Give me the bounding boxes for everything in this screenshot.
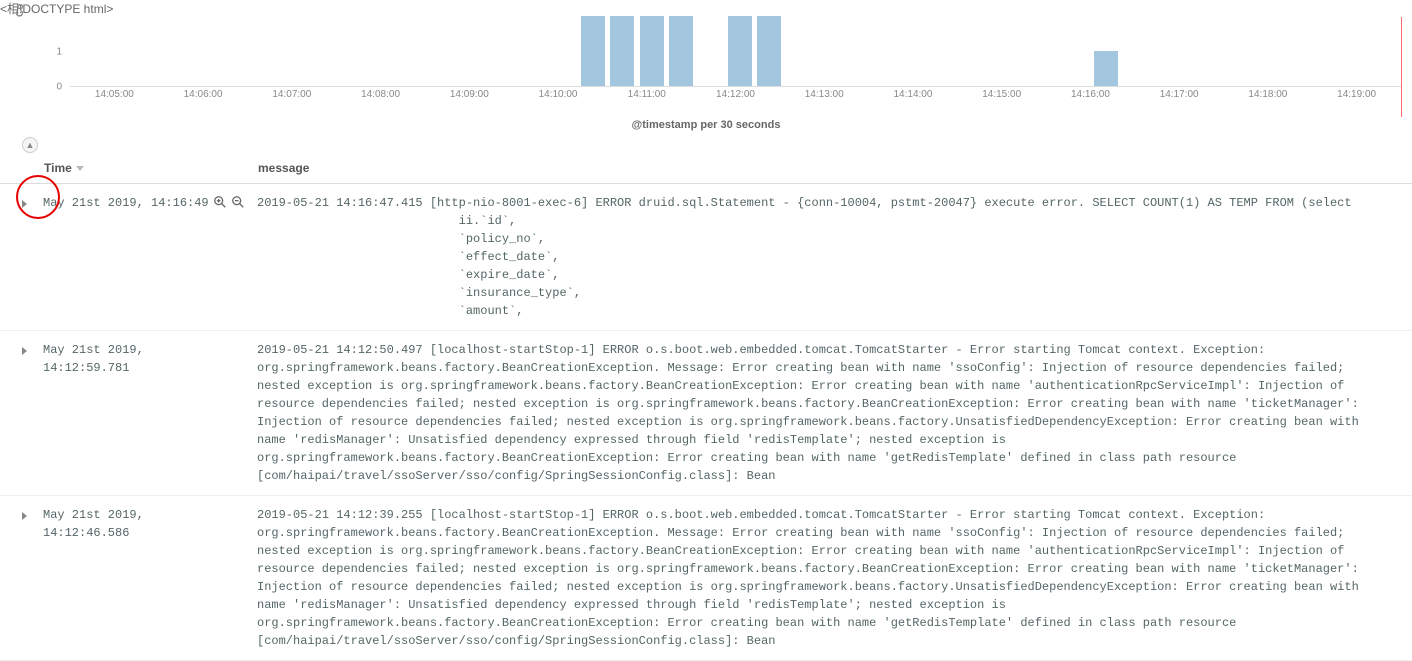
histogram-bar[interactable]: [610, 16, 634, 86]
time-cell: May 21st 2019, 14:12:46.586: [43, 506, 213, 542]
table-row: May 21st 2019, 14:16:49 2019-05-21 14:16:…: [0, 184, 1412, 331]
histogram-chart[interactable]: Co 1 0 14:05:0014:06:0014:07:0014:08:001…: [40, 17, 1402, 117]
chevron-up-icon: ▲: [26, 140, 35, 150]
y-axis: Co 1 0: [40, 17, 70, 87]
y-tick: 0: [56, 82, 62, 93]
x-tick: 14:14:00: [893, 89, 932, 100]
x-tick: 14:19:00: [1337, 89, 1376, 100]
x-tick: 14:10:00: [539, 89, 578, 100]
table-header: Time message: [0, 153, 1412, 184]
x-tick: 14:17:00: [1160, 89, 1199, 100]
column-header-time-label: Time: [44, 161, 72, 175]
row-actions: [213, 195, 257, 209]
results-table: Time message May 21st 2019, 14:16:49 2019…: [0, 153, 1412, 661]
message-cell: 2019-05-21 14:16:47.415 [http-nio-8001-e…: [257, 194, 1404, 320]
table-row: May 21st 2019, 14:12:46.586 2019-05-21 14…: [0, 496, 1412, 661]
log-viewer: Co 1 0 14:05:0014:06:0014:07:0014:08:001…: [0, 17, 1412, 661]
time-cell: May 21st 2019, 14:16:49: [43, 194, 213, 212]
x-tick: 14:11:00: [628, 89, 666, 100]
x-tick: 14:07:00: [272, 89, 311, 100]
zoom-out-icon[interactable]: [231, 195, 245, 209]
x-tick: 14:16:00: [1071, 89, 1110, 100]
message-cell: 2019-05-21 14:12:50.497 [localhost-start…: [257, 341, 1404, 485]
expand-row-icon[interactable]: [22, 512, 27, 520]
histogram-bar[interactable]: [581, 16, 605, 86]
message-cell: 2019-05-21 14:12:39.255 [localhost-start…: [257, 506, 1404, 650]
expand-row-icon[interactable]: [22, 347, 27, 355]
expand-row-icon[interactable]: [22, 200, 27, 208]
x-tick: 14:08:00: [361, 89, 400, 100]
histogram-bar[interactable]: [1094, 51, 1118, 86]
time-cell: May 21st 2019, 14:12:59.781: [43, 341, 213, 377]
sort-desc-icon: [76, 166, 84, 171]
column-header-message[interactable]: message: [258, 161, 1412, 175]
x-tick: 14:13:00: [805, 89, 844, 100]
plot-area[interactable]: [70, 17, 1401, 87]
x-tick: 14:15:00: [982, 89, 1021, 100]
y-axis-label: Co: [15, 4, 26, 17]
x-tick: 14:09:00: [450, 89, 489, 100]
collapse-chart-button[interactable]: ▲: [22, 137, 38, 153]
x-tick: 14:18:00: [1248, 89, 1287, 100]
histogram-bar[interactable]: [640, 16, 664, 86]
histogram-bar[interactable]: [728, 16, 752, 86]
zoom-in-icon[interactable]: [213, 195, 227, 209]
x-axis: 14:05:00 14:06:00 14:07:00 14:08:00 14:09:00…: [70, 89, 1401, 103]
y-tick: 1: [56, 47, 62, 58]
x-tick: 14:12:00: [716, 89, 755, 100]
histogram-bar[interactable]: [669, 16, 693, 86]
histogram-bar[interactable]: [757, 16, 781, 86]
x-tick: 14:05:00: [95, 89, 134, 100]
x-axis-title: @timestamp per 30 seconds: [0, 119, 1412, 131]
table-row: May 21st 2019, 14:12:59.781 2019-05-21 14…: [0, 331, 1412, 496]
column-header-time[interactable]: Time: [44, 161, 258, 175]
x-tick: 14:06:00: [184, 89, 223, 100]
